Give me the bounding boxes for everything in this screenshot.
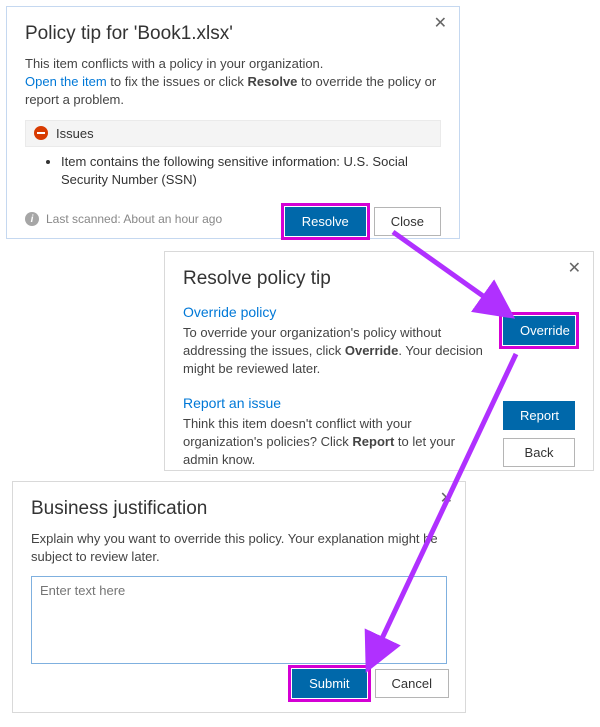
issues-label: Issues (56, 126, 94, 141)
close-icon[interactable]: ✕ (568, 261, 581, 277)
dialog-title: Policy tip for 'Book1.xlsx' (25, 23, 441, 45)
close-button[interactable]: Close (374, 207, 441, 236)
issue-item: Item contains the following sensitive in… (61, 153, 433, 189)
last-scanned: i Last scanned: About an hour ago (25, 212, 222, 226)
justification-dialog: ✕ Business justification Explain why you… (12, 481, 466, 713)
override-heading: Override policy (183, 304, 491, 320)
report-text: Think this item doesn't conflict with yo… (183, 415, 491, 470)
prohibited-icon (34, 126, 48, 140)
open-item-link[interactable]: Open the item (25, 74, 107, 89)
close-icon[interactable]: ✕ (440, 491, 453, 507)
policy-tip-dialog: ✕ Policy tip for 'Book1.xlsx' This item … (6, 6, 460, 239)
override-text: To override your organization's policy w… (183, 324, 491, 379)
resolve-tip-dialog: ✕ Resolve policy tip Override policy To … (164, 251, 594, 471)
back-button[interactable]: Back (503, 438, 575, 467)
info-icon: i (25, 212, 39, 226)
dialog-body: Explain why you want to override this po… (31, 530, 447, 566)
issues-list: Item contains the following sensitive in… (47, 153, 441, 189)
report-heading: Report an issue (183, 395, 491, 411)
dialog-title: Resolve policy tip (183, 268, 575, 290)
close-icon[interactable]: ✕ (434, 16, 447, 32)
issues-header: Issues (25, 120, 441, 147)
submit-button[interactable]: Submit (292, 669, 366, 698)
report-button[interactable]: Report (503, 401, 575, 430)
justification-input[interactable] (31, 576, 447, 664)
resolve-button[interactable]: Resolve (285, 207, 366, 236)
dialog-body: This item conflicts with a policy in you… (25, 55, 441, 110)
dialog-title: Business justification (31, 498, 447, 520)
cancel-button[interactable]: Cancel (375, 669, 449, 698)
override-button[interactable]: Override (503, 316, 575, 345)
